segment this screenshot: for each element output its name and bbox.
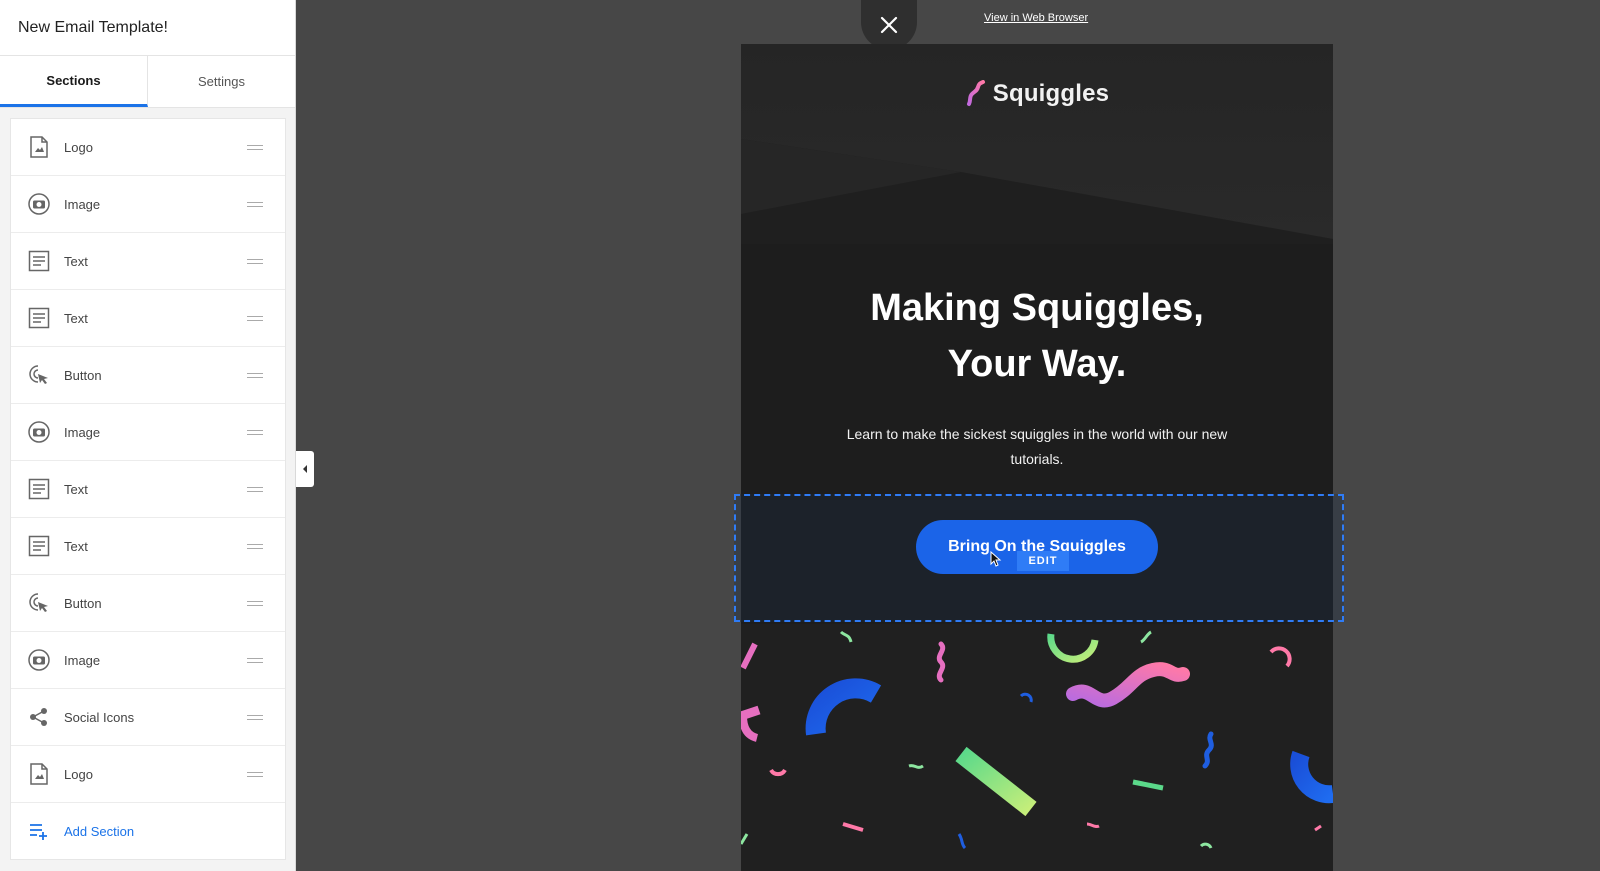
section-label: Logo xyxy=(64,766,93,782)
section-item-button[interactable]: Button xyxy=(11,575,285,632)
section-label: Text xyxy=(64,481,88,497)
collapse-sidebar-button[interactable] xyxy=(296,451,314,487)
drag-handle-icon[interactable] xyxy=(247,373,263,378)
headline-line-2: Your Way. xyxy=(947,343,1127,385)
section-item-logo[interactable]: Logo xyxy=(11,746,285,803)
section-item-text[interactable]: Text xyxy=(11,290,285,347)
section-label: Image xyxy=(64,424,101,440)
text-icon xyxy=(27,306,51,330)
close-icon xyxy=(880,16,898,34)
section-label: Image xyxy=(64,652,101,668)
section-label: Logo xyxy=(64,139,93,155)
logo-text: Squiggles xyxy=(992,80,1110,107)
drag-handle-icon[interactable] xyxy=(247,715,263,720)
sidebar-tabs: Sections Settings xyxy=(0,56,295,108)
camera-icon xyxy=(27,192,51,216)
hero-background xyxy=(741,44,1333,244)
drag-handle-icon[interactable] xyxy=(247,544,263,549)
close-preview-button[interactable] xyxy=(861,0,917,50)
section-label: Image xyxy=(64,196,101,212)
text-icon xyxy=(27,534,51,558)
text-icon xyxy=(27,477,51,501)
add-list-icon xyxy=(27,819,51,843)
section-item-text[interactable]: Text xyxy=(11,233,285,290)
drag-handle-icon[interactable] xyxy=(247,145,263,150)
section-label: Text xyxy=(64,310,88,326)
section-item-image[interactable]: Image xyxy=(11,404,285,461)
share-icon xyxy=(27,705,51,729)
section-item-image[interactable]: Image xyxy=(11,632,285,689)
section-item-image[interactable]: Image xyxy=(11,176,285,233)
logo-icon xyxy=(27,762,51,786)
camera-icon xyxy=(27,648,51,672)
text-icon xyxy=(27,249,51,273)
squiggle-logo-icon xyxy=(966,80,985,106)
tab-settings[interactable]: Settings xyxy=(148,56,295,107)
tab-sections[interactable]: Sections xyxy=(0,56,148,107)
section-label: Button xyxy=(64,367,102,383)
section-item-text[interactable]: Text xyxy=(11,518,285,575)
section-item-social-icons[interactable]: Social Icons xyxy=(11,689,285,746)
cursor-click-icon xyxy=(27,591,51,615)
section-label: Button xyxy=(64,595,102,611)
view-in-web-browser-link[interactable]: View in Web Browser xyxy=(984,12,1088,24)
drag-handle-icon[interactable] xyxy=(247,772,263,777)
template-title: New Email Template! xyxy=(0,0,295,56)
chevron-left-icon xyxy=(303,465,307,473)
headline-line-1: Making Squiggles, xyxy=(870,287,1204,329)
add-section-button[interactable]: Add Section xyxy=(11,803,285,859)
email-headline: Making Squiggles, Your Way. xyxy=(741,280,1333,392)
add-section-label: Add Section xyxy=(64,823,135,839)
drag-handle-icon[interactable] xyxy=(247,430,263,435)
drag-handle-icon[interactable] xyxy=(247,202,263,207)
sections-sidebar: New Email Template! Sections Settings Lo… xyxy=(0,0,296,871)
section-label: Social Icons xyxy=(64,709,135,725)
email-body-text: Learn to make the sickest squiggles in t… xyxy=(846,426,1228,467)
section-item-button[interactable]: Button xyxy=(11,347,285,404)
section-list: Logo Image Text Text Button Image Text T… xyxy=(10,118,286,860)
mouse-pointer-icon xyxy=(990,551,1002,567)
section-label: Text xyxy=(64,253,88,269)
drag-handle-icon[interactable] xyxy=(247,487,263,492)
drag-handle-icon[interactable] xyxy=(247,259,263,264)
confetti-image xyxy=(741,624,1333,871)
confetti-graphic xyxy=(741,630,1333,850)
section-item-text[interactable]: Text xyxy=(11,461,285,518)
section-item-logo[interactable]: Logo xyxy=(11,119,285,176)
drag-handle-icon[interactable] xyxy=(247,316,263,321)
drag-handle-icon[interactable] xyxy=(247,601,263,606)
drag-handle-icon[interactable] xyxy=(247,658,263,663)
camera-icon xyxy=(27,420,51,444)
edit-badge[interactable]: EDIT xyxy=(1017,551,1069,571)
section-label: Text xyxy=(64,538,88,554)
email-logo: Squiggles xyxy=(741,80,1333,108)
cursor-click-icon xyxy=(27,363,51,387)
logo-icon xyxy=(27,135,51,159)
